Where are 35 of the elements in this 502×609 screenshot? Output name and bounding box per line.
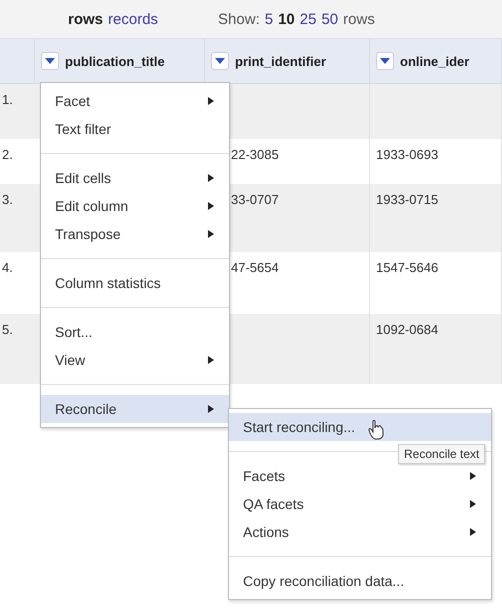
page-size-link[interactable]: 50 [321, 10, 338, 28]
menu-item[interactable]: Facet [41, 87, 229, 115]
rows-label: rows [343, 10, 375, 28]
caret-icon [215, 58, 225, 64]
page-size-link[interactable]: 10 [278, 10, 295, 28]
menu-item[interactable]: View [41, 346, 229, 374]
row-number: 4. [1, 259, 14, 277]
tooltip: Reconcile text [398, 444, 486, 464]
show-label: Show: [218, 10, 260, 28]
table-cell: 1933-0715 [370, 184, 502, 252]
column-title: publication_title [65, 54, 165, 68]
menu-item[interactable]: Actions [229, 518, 491, 546]
menu-item[interactable]: Sort... [41, 318, 229, 346]
menu-item[interactable]: Start reconciling... [229, 413, 491, 441]
table-cell: 1092-0684 [370, 314, 502, 384]
page-size-link[interactable]: 25 [300, 10, 316, 28]
view-mode-link[interactable]: rows [68, 10, 104, 28]
page-size-link[interactable]: 5 [264, 10, 274, 28]
menu-item[interactable]: Reconcile [41, 395, 229, 423]
column-dropdown-button[interactable] [41, 52, 59, 70]
row-number: 5. [0, 314, 35, 384]
view-mode-link[interactable]: records [108, 10, 158, 28]
menu-item[interactable]: Copy reconciliation data... [229, 567, 491, 595]
menu-item[interactable]: Facets [229, 462, 491, 490]
caret-icon [380, 58, 390, 64]
row-number: 1. [0, 84, 35, 139]
column-title: online_ider [400, 54, 470, 68]
column-dropdown-button[interactable] [376, 52, 394, 70]
row-number: 2. [1, 146, 14, 164]
hand-cursor-icon [368, 420, 384, 440]
column-dropdown-button[interactable] [211, 52, 229, 70]
caret-icon [45, 58, 55, 64]
column-title: print_identifier [235, 54, 326, 68]
menu-item[interactable]: QA facets [229, 490, 491, 518]
row-number: 3. [0, 184, 35, 252]
